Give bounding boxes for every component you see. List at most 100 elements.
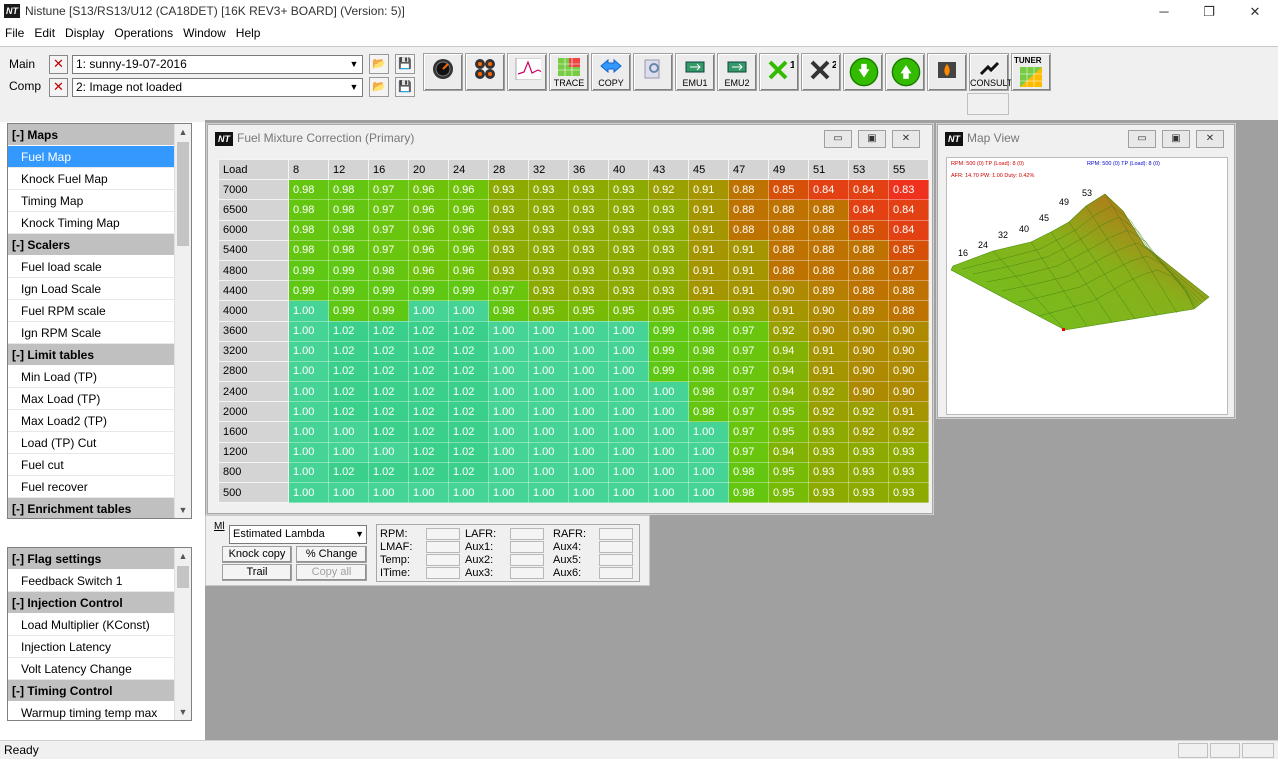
fuel-cell[interactable]: 1.00 — [688, 441, 729, 463]
fuel-cell[interactable]: 1.02 — [448, 441, 489, 463]
fuel-cell[interactable]: 0.88 — [888, 300, 929, 322]
fuel-cell[interactable]: 0.93 — [488, 219, 529, 241]
multi-gauge-button[interactable] — [465, 53, 505, 91]
tree-group-maps[interactable]: [-] Maps — [8, 124, 191, 146]
fuel-cell[interactable]: 0.97 — [728, 401, 769, 423]
tree-item-ign-rpm-scale[interactable]: Ign RPM Scale — [8, 322, 191, 344]
fuel-cell[interactable]: 1.00 — [288, 401, 329, 423]
fuel-cell[interactable]: 1.02 — [328, 461, 369, 484]
fuel-cell[interactable]: 0.95 — [768, 421, 809, 443]
fuel-cell[interactable]: 1.02 — [328, 381, 369, 403]
fuel-cell[interactable]: 0.88 — [808, 259, 849, 282]
close-button[interactable]: ✕ — [1196, 130, 1224, 148]
fuel-cell[interactable]: 0.84 — [888, 219, 929, 241]
fuel-cell[interactable]: 0.88 — [808, 199, 849, 221]
fuel-cell[interactable]: 0.95 — [648, 300, 689, 322]
fuel-cell[interactable]: 1.02 — [328, 340, 369, 362]
fuel-cell[interactable]: 0.96 — [408, 259, 449, 282]
menu-help[interactable]: Help — [231, 24, 266, 42]
fuel-cell[interactable]: 1.00 — [488, 461, 529, 484]
fuel-cell[interactable]: 0.90 — [848, 320, 889, 342]
tree-item-knock-fuel-map[interactable]: Knock Fuel Map — [8, 168, 191, 190]
tree-item-warmup-timing-temp-max[interactable]: Warmup timing temp max — [8, 702, 191, 720]
fuel-cell[interactable]: 0.93 — [608, 239, 649, 261]
maximize-button[interactable]: ▣ — [858, 130, 886, 148]
fuel-cell[interactable]: 0.93 — [488, 179, 529, 201]
rpm-row-header[interactable]: 1200 — [218, 441, 289, 463]
fuel-cell[interactable]: 0.98 — [488, 300, 529, 322]
emu2-button[interactable]: EMU2 — [717, 53, 757, 91]
fuel-cell[interactable]: 0.91 — [688, 179, 729, 201]
fuel-cell[interactable]: 0.90 — [768, 280, 809, 302]
load-column-header[interactable]: 49 — [768, 158, 809, 181]
fuel-cell[interactable]: 0.95 — [688, 300, 729, 322]
scroll-down-icon[interactable]: ▼ — [175, 704, 191, 720]
percent-change-button[interactable]: % Change — [296, 546, 367, 563]
fuel-cell[interactable]: 0.91 — [768, 300, 809, 322]
load-column-header[interactable]: 45 — [688, 158, 729, 181]
fuel-cell[interactable]: 0.98 — [328, 239, 369, 261]
fuel-cell[interactable]: 1.00 — [528, 381, 569, 403]
fuel-cell[interactable]: 0.93 — [728, 300, 769, 322]
fuel-cell[interactable]: 0.98 — [288, 239, 329, 261]
fuel-cell[interactable]: 1.00 — [288, 461, 329, 484]
fuel-cell[interactable]: 0.95 — [528, 300, 569, 322]
fuel-cell[interactable]: 0.88 — [728, 199, 769, 221]
minimize-button[interactable]: ▭ — [824, 130, 852, 148]
fuel-cell[interactable]: 1.00 — [288, 481, 329, 504]
fuel-cell[interactable]: 0.84 — [848, 199, 889, 221]
load-column-header[interactable]: 16 — [368, 158, 409, 181]
fuel-cell[interactable]: 1.02 — [408, 320, 449, 342]
save-comp-button[interactable]: 💾 — [395, 77, 415, 97]
rpm-row-header[interactable]: 2400 — [218, 381, 289, 403]
fuel-cell[interactable]: 0.97 — [728, 441, 769, 463]
fuel-cell[interactable]: 1.02 — [328, 401, 369, 423]
fuel-cell[interactable]: 0.93 — [528, 239, 569, 261]
fuel-cell[interactable]: 1.00 — [648, 401, 689, 423]
fuel-cell[interactable]: 1.00 — [688, 421, 729, 443]
fuel-cell[interactable]: 0.93 — [528, 199, 569, 221]
fuel-cell[interactable]: 0.99 — [328, 280, 369, 302]
fuel-cell[interactable]: 0.97 — [368, 239, 409, 261]
tree-item-timing-map[interactable]: Timing Map — [8, 190, 191, 212]
trail-button[interactable]: Trail — [222, 564, 292, 581]
fuel-cell[interactable]: 0.91 — [888, 401, 929, 423]
fuel-cell[interactable]: 0.93 — [488, 259, 529, 282]
fuel-cell[interactable]: 0.88 — [768, 259, 809, 282]
fuel-cell[interactable]: 0.98 — [328, 219, 369, 241]
tree-group-timing-control[interactable]: [-] Timing Control — [8, 680, 191, 702]
tree-item-fuel-cut[interactable]: Fuel cut — [8, 454, 191, 476]
fuel-cell[interactable]: 0.92 — [848, 421, 889, 443]
tree-item-max-load2-tp[interactable]: Max Load2 (TP) — [8, 410, 191, 432]
tree-item-fuel-load-scale[interactable]: Fuel load scale — [8, 256, 191, 278]
fuel-cell[interactable]: 0.92 — [808, 381, 849, 403]
fuel-cell[interactable]: 0.98 — [688, 360, 729, 383]
fuel-cell[interactable]: 0.93 — [648, 280, 689, 302]
fuel-cell[interactable]: 0.88 — [808, 219, 849, 241]
fuel-cell[interactable]: 1.00 — [408, 300, 449, 322]
fuel-cell[interactable]: 1.00 — [288, 340, 329, 362]
fuel-cell[interactable]: 0.98 — [728, 481, 769, 504]
load-column-header[interactable]: 36 — [568, 158, 609, 181]
load-column-header[interactable]: 55 — [888, 158, 929, 181]
fuel-cell[interactable]: 1.00 — [288, 441, 329, 463]
fuel-cell[interactable]: 1.00 — [488, 340, 529, 362]
fuel-cell[interactable]: 1.02 — [368, 461, 409, 484]
fuel-cell[interactable]: 0.90 — [808, 320, 849, 342]
fuel-cell[interactable]: 1.00 — [488, 421, 529, 443]
fuel-cell[interactable]: 0.98 — [688, 401, 729, 423]
fuel-cell[interactable]: 0.99 — [328, 259, 369, 282]
tree-group-enrichment-tables[interactable]: [-] Enrichment tables — [8, 498, 191, 518]
fuel-cell[interactable]: 1.00 — [568, 401, 609, 423]
tree-group-scalers[interactable]: [-] Scalers — [8, 234, 191, 256]
menu-window[interactable]: Window — [178, 24, 231, 42]
fuel-cell[interactable]: 0.93 — [648, 199, 689, 221]
fuel-cell[interactable]: 1.02 — [368, 360, 409, 383]
scroll-up-icon[interactable]: ▲ — [175, 548, 191, 564]
fuel-cell[interactable]: 1.02 — [408, 401, 449, 423]
menu-edit[interactable]: Edit — [29, 24, 60, 42]
fuel-cell[interactable]: 0.96 — [408, 219, 449, 241]
load-column-header[interactable]: 32 — [528, 158, 569, 181]
rpm-row-header[interactable]: 3600 — [218, 320, 289, 342]
fuel-cell[interactable]: 1.00 — [328, 441, 369, 463]
